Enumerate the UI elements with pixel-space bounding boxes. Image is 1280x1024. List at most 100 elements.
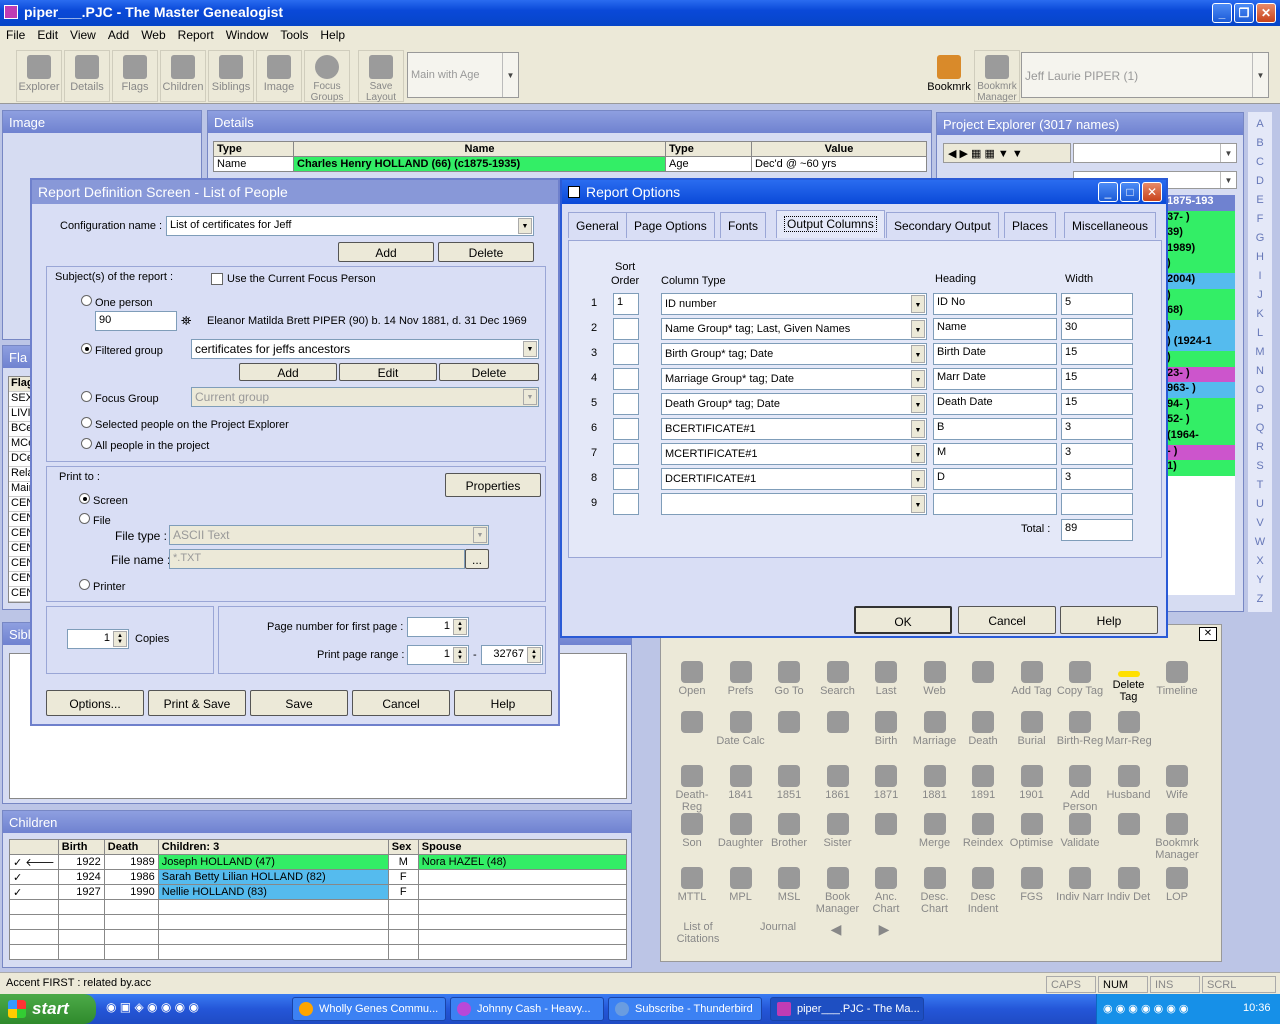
chevron-down-icon[interactable]: ▼ bbox=[911, 295, 925, 313]
start-button[interactable]: start bbox=[0, 994, 96, 1024]
person-id-input[interactable]: 90 bbox=[95, 311, 177, 331]
alphabet-letter-s[interactable]: S bbox=[1252, 460, 1268, 472]
palette-tool[interactable]: Reindex bbox=[958, 813, 1008, 849]
palette-tool[interactable]: ▶ bbox=[859, 921, 909, 945]
binoculars-icon[interactable]: ⛯ bbox=[181, 313, 201, 331]
alphabet-letter-v[interactable]: V bbox=[1252, 517, 1268, 529]
alphabet-letter-x[interactable]: X bbox=[1252, 555, 1268, 567]
palette-tool[interactable]: Indiv Det bbox=[1104, 867, 1154, 903]
sort-order-input[interactable] bbox=[613, 368, 639, 390]
palette-tool[interactable]: Desc. Chart bbox=[910, 867, 960, 915]
menu-window[interactable]: Window bbox=[220, 26, 275, 42]
palette-tool[interactable]: Death bbox=[958, 711, 1008, 747]
palette-tool[interactable] bbox=[861, 813, 911, 837]
close-button[interactable]: ✕ bbox=[1256, 3, 1276, 23]
palette-tool[interactable]: Journal bbox=[753, 921, 803, 933]
dialog-maximize-button[interactable]: □ bbox=[1120, 182, 1140, 202]
task-wholly-genes[interactable]: Wholly Genes Commu... bbox=[292, 997, 446, 1021]
save-layout-button[interactable]: Save Layout bbox=[358, 50, 404, 103]
file-name-input[interactable]: *.TXT bbox=[169, 549, 465, 569]
dialog-close-button[interactable]: ✕ bbox=[1142, 182, 1162, 202]
alphabet-letter-f[interactable]: F bbox=[1252, 213, 1268, 225]
explorer-list-item[interactable]: ) bbox=[1165, 319, 1235, 336]
palette-tool[interactable]: Indiv Narr bbox=[1055, 867, 1105, 903]
alphabet-letter-e[interactable]: E bbox=[1252, 194, 1268, 206]
copies-input[interactable]: 1 ▲ ▼ bbox=[67, 629, 129, 649]
palette-tool[interactable]: Last bbox=[861, 661, 911, 697]
alphabet-letter-k[interactable]: K bbox=[1252, 308, 1268, 320]
column-type-combo[interactable]: ID number ▼ bbox=[661, 293, 927, 315]
explorer-list-item[interactable]: 1) bbox=[1165, 460, 1235, 476]
alphabet-letter-u[interactable]: U bbox=[1252, 498, 1268, 510]
filtered-group-combo[interactable]: certificates for jeffs ancestors ▼ bbox=[191, 339, 539, 359]
palette-tool[interactable]: 1901 bbox=[1007, 765, 1057, 801]
palette-tool[interactable]: Brother bbox=[764, 813, 814, 849]
options-cancel-button[interactable]: Cancel bbox=[958, 606, 1056, 634]
file-radio[interactable] bbox=[79, 513, 90, 524]
focus-groups-button[interactable]: Focus Groups bbox=[304, 50, 350, 103]
menu-tools[interactable]: Tools bbox=[274, 26, 314, 42]
alphabet-letter-h[interactable]: H bbox=[1252, 251, 1268, 263]
image-button[interactable]: Image bbox=[256, 50, 302, 102]
sort-order-input[interactable] bbox=[613, 468, 639, 490]
range-from-input[interactable]: 1 ▲ ▼ bbox=[407, 645, 469, 665]
properties-button[interactable]: Properties bbox=[445, 473, 541, 497]
width-input[interactable]: 3 bbox=[1061, 468, 1133, 490]
printer-radio[interactable] bbox=[79, 579, 90, 590]
explorer-button[interactable]: Explorer bbox=[16, 50, 62, 102]
chevron-down-icon[interactable]: ▼ bbox=[911, 370, 925, 388]
explorer-list-item[interactable]: 23- ) bbox=[1165, 366, 1235, 383]
layout-combo[interactable]: Main with Age ▼ bbox=[407, 52, 519, 98]
child-spouse[interactable]: Nora HAZEL (48) bbox=[417, 854, 628, 870]
alphabet-letter-r[interactable]: R bbox=[1252, 441, 1268, 453]
chevron-down-icon[interactable]: ▼ bbox=[911, 420, 925, 438]
explorer-list[interactable]: 1875-193 37- ) 39) 1989)) 2004)) 68))) (1924-… bbox=[1165, 195, 1235, 595]
alphabet-letter-a[interactable]: A bbox=[1252, 118, 1268, 130]
table-row[interactable] bbox=[9, 929, 628, 945]
table-row[interactable]: ✓ 1927 1990 Nellie HOLLAND (83) F bbox=[9, 884, 628, 900]
alphabet-letter-y[interactable]: Y bbox=[1252, 574, 1268, 586]
palette-tool[interactable]: Add Person bbox=[1055, 765, 1105, 813]
palette-tool[interactable]: Birth bbox=[861, 711, 911, 747]
explorer-list-item[interactable]: 37- ) bbox=[1165, 210, 1235, 227]
palette-tool[interactable]: Date Calc bbox=[716, 711, 766, 747]
table-row[interactable]: ✓ 🡐 1922 1989 Joseph HOLLAND (47) M Nora HAZE… bbox=[9, 854, 628, 870]
palette-tool[interactable]: Merge bbox=[910, 813, 960, 849]
table-row[interactable]: ✓ 1924 1986 Sarah Betty Lilian HOLLAND (82… bbox=[9, 869, 628, 885]
tab-output-columns[interactable]: Output Columns bbox=[776, 210, 885, 238]
explorer-list-item[interactable]: 94- ) bbox=[1165, 397, 1235, 414]
palette-tool[interactable]: MSL bbox=[764, 867, 814, 903]
filter-edit-button[interactable]: Edit bbox=[339, 363, 437, 381]
maximize-button[interactable]: ❐ bbox=[1234, 3, 1254, 23]
siblings-button[interactable]: Siblings bbox=[208, 50, 254, 102]
cancel-button[interactable]: Cancel bbox=[352, 690, 450, 716]
filter-add-button[interactable]: Add bbox=[239, 363, 337, 381]
child-spouse[interactable] bbox=[417, 869, 628, 885]
heading-input[interactable]: ID No bbox=[933, 293, 1057, 315]
alphabet-letter-n[interactable]: N bbox=[1252, 365, 1268, 377]
details-button[interactable]: Details bbox=[64, 50, 110, 102]
sort-order-input[interactable] bbox=[613, 343, 639, 365]
chevron-down-icon[interactable]: ▼ bbox=[911, 495, 925, 513]
table-row[interactable]: Name Charles Henry HOLLAND (66) (c1875-19… bbox=[213, 156, 927, 172]
explorer-list-item[interactable]: 1989) bbox=[1165, 241, 1235, 258]
palette-tool[interactable]: Burial bbox=[1007, 711, 1057, 747]
palette-tool[interactable]: Death-Reg bbox=[667, 765, 717, 813]
column-type-combo[interactable]: Birth Group* tag; Date ▼ bbox=[661, 343, 927, 365]
heading-input[interactable]: Marr Date bbox=[933, 368, 1057, 390]
sort-order-input[interactable] bbox=[613, 443, 639, 465]
alphabet-letter-i[interactable]: I bbox=[1252, 270, 1268, 282]
explorer-list-item[interactable]: - ) bbox=[1165, 444, 1235, 461]
palette-tool[interactable]: Web bbox=[910, 661, 960, 697]
sort-order-input[interactable] bbox=[613, 318, 639, 340]
width-input[interactable]: 3 bbox=[1061, 418, 1133, 440]
tab-general[interactable]: General bbox=[568, 212, 627, 238]
children-button[interactable]: Children bbox=[160, 50, 206, 102]
palette-tool[interactable]: Son bbox=[667, 813, 717, 849]
explorer-list-item[interactable]: ) bbox=[1165, 257, 1235, 273]
palette-tool[interactable]: Open bbox=[667, 661, 717, 697]
tray-icons[interactable]: ◉ ◉ ◉ ◉ ◉ ◉ ◉ bbox=[1103, 1002, 1189, 1015]
explorer-list-item[interactable]: 1875-193 bbox=[1165, 195, 1235, 211]
child-spouse[interactable] bbox=[417, 884, 628, 900]
menu-web[interactable]: Web bbox=[135, 26, 171, 42]
